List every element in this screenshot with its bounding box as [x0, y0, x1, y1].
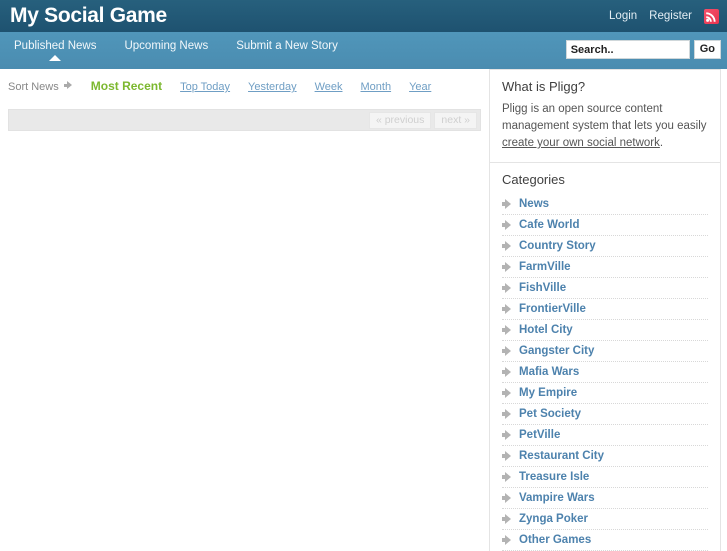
sort-option-top-today[interactable]: Top Today [180, 81, 230, 93]
category-link-other-games[interactable]: Other Games [519, 534, 591, 546]
main-column: Sort News Most Recent Top Today Yesterda… [0, 69, 489, 545]
about-pligg-panel: What is Pligg? Pligg is an open source c… [489, 69, 721, 162]
nav-item-submit-story[interactable]: Submit a New Story [222, 32, 352, 62]
right-arrow-bullet-icon [502, 199, 512, 209]
list-item[interactable]: Country Story [502, 236, 708, 257]
right-arrow-bullet-icon [502, 472, 512, 482]
pagination-bar: « previous next » [8, 109, 481, 131]
category-link-country-story[interactable]: Country Story [519, 240, 596, 252]
active-tab-arrow-icon [49, 55, 62, 61]
right-arrow-bullet-icon [502, 325, 512, 335]
nav-item-label: Published News [14, 40, 97, 52]
right-arrow-bullet-icon [502, 367, 512, 377]
nav-bar: Published News Upcoming News Submit a Ne… [0, 32, 727, 69]
right-arrow-bullet-icon [502, 493, 512, 503]
list-item[interactable]: Cafe World [502, 215, 708, 236]
right-arrow-bullet-icon [502, 283, 512, 293]
search-input[interactable] [565, 40, 690, 59]
about-pligg-text: Pligg is an open source content manageme… [502, 101, 708, 152]
categories-title: Categories [502, 172, 565, 187]
list-item[interactable]: Gangster City [502, 341, 708, 362]
sidebar: What is Pligg? Pligg is an open source c… [489, 69, 727, 551]
sort-option-week[interactable]: Week [315, 81, 343, 93]
create-network-link[interactable]: create your own social network [502, 137, 660, 149]
previous-page-button[interactable]: « previous [368, 111, 432, 129]
list-item[interactable]: Hotel City [502, 320, 708, 341]
list-item[interactable]: Other Games [502, 530, 708, 551]
category-link-frontierville[interactable]: FrontierVille [519, 303, 586, 315]
category-link-news[interactable]: News [519, 198, 549, 210]
sort-option-year[interactable]: Year [409, 81, 431, 93]
right-arrow-bullet-icon [502, 220, 512, 230]
rss-icon[interactable] [704, 8, 719, 24]
list-item[interactable]: Treasure Isle [502, 467, 708, 488]
category-link-mafia-wars[interactable]: Mafia Wars [519, 366, 579, 378]
category-link-gangster-city[interactable]: Gangster City [519, 345, 594, 357]
list-item[interactable]: Pet Society [502, 404, 708, 425]
sort-option-yesterday[interactable]: Yesterday [248, 81, 297, 93]
nav-item-upcoming-news[interactable]: Upcoming News [110, 32, 222, 62]
category-link-vampire-wars[interactable]: Vampire Wars [519, 492, 595, 504]
category-link-treasure-isle[interactable]: Treasure Isle [519, 471, 589, 483]
register-link[interactable]: Register [649, 10, 692, 22]
list-item[interactable]: My Empire [502, 383, 708, 404]
right-arrow-bullet-icon [502, 346, 512, 356]
right-arrow-bullet-icon [502, 430, 512, 440]
list-item[interactable]: FishVille [502, 278, 708, 299]
site-title: My Social Game [10, 4, 167, 27]
categories-panel: Categories News Cafe World Country Story… [489, 162, 721, 551]
right-arrow-bullet-icon [502, 514, 512, 524]
search-go-button[interactable]: Go [693, 40, 721, 59]
right-arrow-bullet-icon [502, 304, 512, 314]
sort-news-label: Sort News [8, 81, 59, 93]
list-item[interactable]: PetVille [502, 425, 708, 446]
category-link-hotel-city[interactable]: Hotel City [519, 324, 573, 336]
right-arrow-bullet-icon [502, 451, 512, 461]
right-arrow-bullet-icon [502, 241, 512, 251]
category-link-farmville[interactable]: FarmVille [519, 261, 571, 273]
category-link-zynga-poker[interactable]: Zynga Poker [519, 513, 588, 525]
right-arrow-bullet-icon [502, 262, 512, 272]
top-bar: My Social Game Login Register [0, 0, 727, 32]
list-item[interactable]: FrontierVille [502, 299, 708, 320]
category-link-cafe-world[interactable]: Cafe World [519, 219, 580, 231]
nav-items: Published News Upcoming News Submit a Ne… [0, 32, 352, 69]
right-arrow-bullet-icon [502, 388, 512, 398]
list-item[interactable]: FarmVille [502, 257, 708, 278]
category-link-restaurant-city[interactable]: Restaurant City [519, 450, 604, 462]
sort-option-most-recent[interactable]: Most Recent [91, 79, 162, 93]
top-bar-links: Login Register [609, 0, 719, 32]
about-pligg-title: What is Pligg? [502, 79, 586, 94]
list-item[interactable]: Restaurant City [502, 446, 708, 467]
category-link-my-empire[interactable]: My Empire [519, 387, 577, 399]
categories-list: News Cafe World Country Story FarmVille … [502, 194, 708, 551]
about-text-before: Pligg is an open source content manageme… [502, 103, 707, 132]
page-body: Sort News Most Recent Top Today Yesterda… [0, 69, 727, 551]
right-arrow-bullet-icon [502, 409, 512, 419]
list-item[interactable]: Zynga Poker [502, 509, 708, 530]
right-arrow-icon [63, 81, 73, 90]
list-item[interactable]: Mafia Wars [502, 362, 708, 383]
search-area: Go [565, 40, 721, 59]
list-item[interactable]: Vampire Wars [502, 488, 708, 509]
next-page-button[interactable]: next » [434, 111, 477, 129]
category-link-pet-society[interactable]: Pet Society [519, 408, 581, 420]
category-link-fishville[interactable]: FishVille [519, 282, 566, 294]
category-link-petville[interactable]: PetVille [519, 429, 560, 441]
list-item[interactable]: News [502, 194, 708, 215]
about-text-after: . [659, 137, 664, 149]
login-link[interactable]: Login [609, 10, 637, 22]
right-arrow-bullet-icon [502, 535, 512, 545]
sort-option-month[interactable]: Month [361, 81, 392, 93]
nav-item-published-news[interactable]: Published News [0, 32, 110, 62]
sort-bar: Sort News Most Recent Top Today Yesterda… [0, 69, 489, 99]
